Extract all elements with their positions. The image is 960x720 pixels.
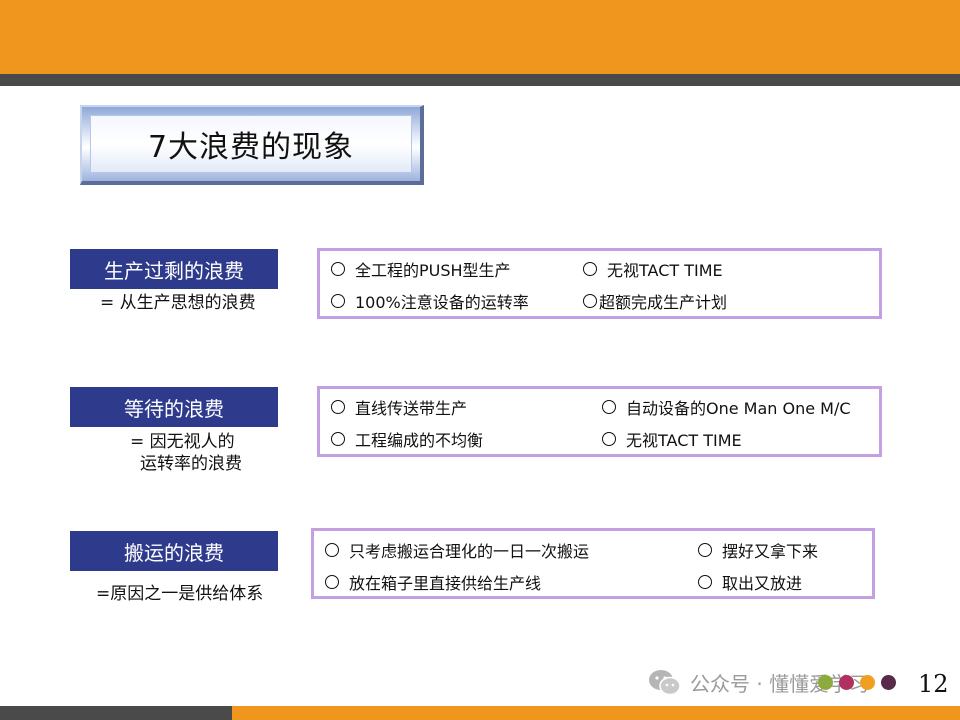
radio-circle-icon	[325, 575, 339, 589]
list-item: 取出又放进	[698, 570, 802, 594]
radio-circle-icon	[583, 294, 597, 308]
radio-circle-icon	[698, 575, 712, 589]
title-inner: 7大浪费的现象	[90, 115, 412, 173]
radio-circle-icon	[602, 400, 616, 414]
section-label-overproduction: 生产过剩的浪费	[70, 249, 278, 289]
list-item: 全工程的PUSH型生产	[331, 257, 511, 281]
list-item: 摆好又拿下来	[698, 538, 818, 562]
list-item: 放在箱子里直接供给生产线	[325, 570, 541, 594]
section-sub-transport: =原因之一是供给体系	[96, 584, 264, 604]
radio-circle-icon	[331, 294, 345, 308]
list-item: 直线传送带生产	[331, 395, 467, 419]
page-number: 12	[918, 670, 949, 698]
radio-circle-icon	[583, 262, 597, 276]
dot-green	[818, 675, 833, 690]
header-orange-band	[0, 0, 960, 74]
items-panel-waiting: 直线传送带生产 自动设备的One Man One M/C 工程编成的不均衡 无视…	[317, 386, 882, 457]
radio-circle-icon	[602, 432, 616, 446]
dot-purple	[881, 675, 896, 690]
title-frame: 7大浪费的现象	[80, 105, 424, 185]
list-item: 超额完成生产计划	[583, 289, 727, 313]
list-item: 只考虑搬运合理化的一日一次搬运	[325, 538, 589, 562]
list-item: 无视TACT TIME	[602, 427, 742, 451]
items-panel-overproduction: 全工程的PUSH型生产 无视TACT TIME 100%注意设备的运转率 超额完…	[317, 248, 882, 319]
header-dark-line	[0, 74, 960, 86]
list-item: 工程编成的不均衡	[331, 427, 483, 451]
page-title: 7大浪费的现象	[147, 130, 355, 165]
list-item: 无视TACT TIME	[583, 257, 723, 281]
footer-dark-bar	[0, 706, 232, 720]
radio-circle-icon	[331, 432, 345, 446]
decorative-dots	[818, 675, 902, 690]
section-sub-waiting-1: = 因无视人的	[130, 432, 235, 452]
radio-circle-icon	[331, 262, 345, 276]
section-sub-waiting-2: 运转率的浪费	[140, 454, 242, 474]
wechat-icon	[649, 669, 681, 695]
items-panel-transport: 只考虑搬运合理化的一日一次搬运 摆好又拿下来 放在箱子里直接供给生产线 取出又放…	[311, 528, 875, 599]
radio-circle-icon	[331, 400, 345, 414]
section-label-transport: 搬运的浪费	[70, 531, 278, 571]
footer-orange-bar	[232, 706, 960, 720]
section-sub-overproduction: = 从生产思想的浪费	[100, 293, 256, 313]
radio-circle-icon	[325, 543, 339, 557]
section-label-waiting: 等待的浪费	[70, 387, 278, 427]
dot-red	[839, 675, 854, 690]
radio-circle-icon	[698, 543, 712, 557]
dot-orange	[860, 675, 875, 690]
list-item: 100%注意设备的运转率	[331, 289, 529, 313]
list-item: 自动设备的One Man One M/C	[602, 395, 851, 419]
